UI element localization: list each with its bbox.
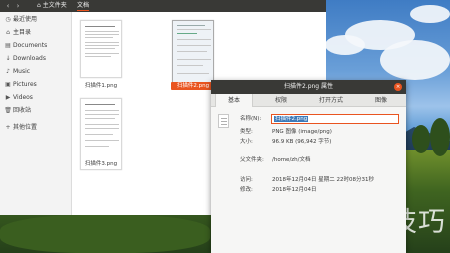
parent-folder-value: /home/zh/文档 bbox=[272, 157, 311, 163]
size-value: 96.9 KB (96,942 字节) bbox=[272, 139, 332, 145]
name-label: 名称(N): bbox=[240, 116, 262, 122]
dialog-title: 扫描件2.png 属性 bbox=[211, 80, 406, 94]
tab-open-with[interactable]: 打开方式 bbox=[309, 94, 353, 107]
file-thumbnail-selected[interactable] bbox=[172, 20, 214, 86]
forward-button[interactable]: › bbox=[13, 2, 23, 10]
tab-permissions[interactable]: 权限 bbox=[261, 94, 301, 107]
sidebar-item-recent[interactable]: ◷ 最近使用 bbox=[0, 14, 72, 26]
modified-value: 2018年12月04日 bbox=[272, 187, 317, 193]
properties-dialog: 扫描件2.png 属性 × 基本 权限 打开方式 图像 名称(N): 扫描件2.… bbox=[211, 80, 406, 253]
tree bbox=[412, 125, 430, 153]
tree bbox=[430, 118, 450, 156]
cloud bbox=[380, 40, 450, 80]
sidebar-item-music[interactable]: ♪ Music bbox=[0, 66, 72, 78]
home-icon: ⌂ bbox=[6, 29, 10, 36]
sidebar-item-videos[interactable]: ▶ Videos bbox=[0, 92, 72, 104]
music-icon: ♪ bbox=[6, 68, 10, 75]
tab-basic[interactable]: 基本 bbox=[215, 94, 253, 107]
name-input[interactable]: 扫描件2.png bbox=[271, 114, 399, 124]
file-name-selected[interactable]: 扫描件2.png bbox=[171, 82, 215, 90]
file-thumbnail[interactable] bbox=[80, 20, 122, 78]
downloads-icon: ↓ bbox=[5, 55, 11, 62]
sidebar-item-trash[interactable]: 🗑 回收站 bbox=[0, 105, 72, 117]
file-manager-header: ‹ › ⌂ 主文件夹 文档 bbox=[0, 0, 326, 12]
size-label: 大小: bbox=[240, 139, 253, 145]
name-input-value: 扫描件2.png bbox=[274, 116, 309, 122]
breadcrumb-current[interactable]: 文档 bbox=[77, 1, 90, 11]
file-icon bbox=[218, 114, 229, 128]
plus-icon: + bbox=[5, 124, 11, 131]
back-button[interactable]: ‹ bbox=[3, 2, 13, 10]
documents-icon: ▤ bbox=[5, 42, 11, 49]
tab-image[interactable]: 图像 bbox=[361, 94, 401, 107]
file-name[interactable]: 扫描件3.png bbox=[71, 160, 131, 168]
accessed-label: 访问: bbox=[240, 177, 253, 183]
trash-icon: 🗑 bbox=[4, 107, 12, 114]
sidebar-item-downloads[interactable]: ↓ Downloads bbox=[0, 53, 72, 65]
clock-icon: ◷ bbox=[5, 16, 11, 23]
type-value: PNG 图像 (image/png) bbox=[272, 129, 332, 135]
sidebar: ◷ 最近使用 ⌂ 主目录 ▤ Documents ↓ Downloads ♪ M… bbox=[0, 12, 72, 215]
dialog-tabs: 基本 权限 打开方式 图像 bbox=[211, 94, 406, 107]
cloud bbox=[410, 5, 450, 23]
cloud bbox=[325, 35, 365, 55]
sidebar-item-other-locations[interactable]: + 其他位置 bbox=[0, 122, 72, 134]
sidebar-item-home[interactable]: ⌂ 主目录 bbox=[0, 27, 72, 39]
file-name[interactable]: 扫描件1.png bbox=[71, 82, 131, 90]
modified-label: 修改: bbox=[240, 187, 253, 193]
close-button[interactable]: × bbox=[394, 83, 402, 91]
pictures-icon: ▣ bbox=[5, 81, 11, 88]
videos-icon: ▶ bbox=[5, 94, 11, 101]
sidebar-item-pictures[interactable]: ▣ Pictures bbox=[0, 79, 72, 91]
sidebar-item-documents[interactable]: ▤ Documents bbox=[0, 40, 72, 52]
breadcrumb-home[interactable]: ⌂ 主文件夹 bbox=[37, 1, 67, 11]
accessed-value: 2018年12月04日 星期二 22时08分31秒 bbox=[272, 177, 374, 183]
type-label: 类型: bbox=[240, 129, 253, 135]
parent-folder-label: 父文件夹: bbox=[240, 157, 264, 163]
bush bbox=[0, 215, 210, 253]
